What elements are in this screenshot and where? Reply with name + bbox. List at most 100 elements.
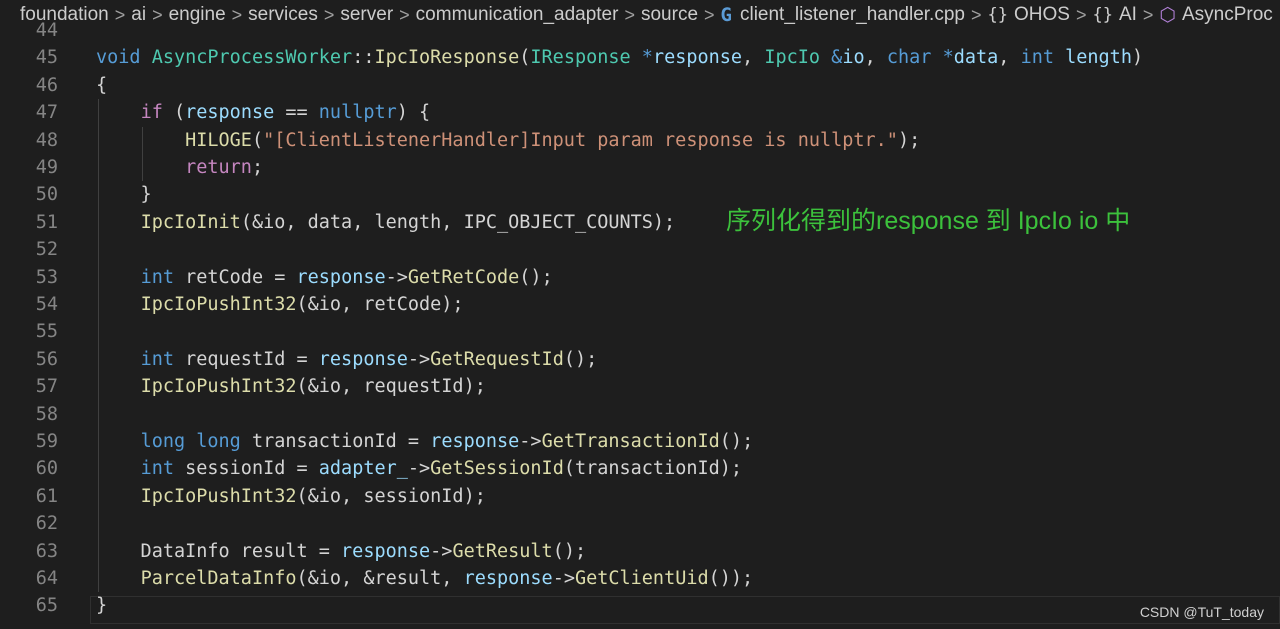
code-token: ->	[407, 348, 431, 370]
line-number: 64	[35, 568, 58, 589]
code-token: ) {	[396, 102, 431, 124]
line-number: 56	[35, 348, 58, 370]
code-token: long	[196, 431, 241, 452]
code-token: (&io, data, length, IPC_OBJECT_COUNTS);	[240, 211, 676, 233]
code-token: response	[463, 568, 553, 589]
code-text[interactable]: int requestId = response->GetRequestId()…	[96, 346, 598, 373]
code-token: GetClientUid	[574, 568, 709, 589]
code-token: (&io, requestId);	[296, 376, 486, 398]
code-token: *	[641, 47, 653, 69]
code-text[interactable]: void AsyncProcessWorker::IpcIoResponse(I…	[96, 44, 1143, 71]
code-token: {	[96, 74, 108, 96]
code-text[interactable]: DataInfo result = response->GetResult();	[96, 538, 587, 565]
code-token: GetTransactionId	[541, 431, 720, 452]
line-number: 46	[35, 74, 58, 96]
code-token: IpcIo	[764, 47, 821, 69]
code-text[interactable]: return;	[96, 154, 263, 181]
code-token: ();	[552, 540, 587, 562]
code-token: int	[140, 458, 174, 480]
code-line: 55	[0, 318, 1280, 345]
code-token: return	[185, 157, 252, 178]
code-text[interactable]: int retCode = response->GetRetCode();	[96, 264, 553, 291]
code-token: response	[185, 102, 275, 124]
line-number: 51	[35, 211, 58, 233]
code-text[interactable]: long long transactionId = response->GetT…	[96, 428, 754, 455]
code-token: ->	[385, 266, 408, 288]
code-token: IResponse	[530, 47, 631, 69]
code-token: (	[519, 47, 531, 69]
code-token: }	[96, 184, 152, 206]
line-number: 49	[35, 157, 58, 178]
code-token: ->	[430, 540, 453, 562]
code-token: DataInfo result =	[96, 540, 342, 562]
line-number: 61	[35, 485, 58, 507]
code-token: ::	[352, 47, 375, 69]
code-text[interactable]: IpcIoPushInt32(&io, retCode);	[96, 291, 464, 318]
code-token: IpcIoPushInt32	[140, 485, 297, 507]
code-line: 60 int sessionId = adapter_->GetSessionI…	[0, 455, 1280, 482]
code-token: int	[140, 266, 174, 288]
annotation-text: 序列化得到的response 到 IpcIo io 中	[726, 207, 1131, 235]
code-text[interactable]: IpcIoPushInt32(&io, requestId);	[96, 373, 486, 400]
code-line: 61 IpcIoPushInt32(&io, sessionId);	[0, 483, 1280, 510]
code-token: ();	[563, 348, 598, 370]
line-number: 48	[35, 129, 58, 151]
code-line: 59 long long transactionId = response->G…	[0, 428, 1280, 455]
code-token: (&io, sessionId);	[296, 485, 486, 507]
code-token: (	[251, 129, 264, 151]
code-token: IpcIoInit	[140, 211, 241, 233]
code-token: AsyncProcessWorker	[151, 47, 353, 69]
code-token: ,	[864, 47, 887, 69]
code-token: int	[140, 348, 174, 370]
code-token: sessionId =	[173, 458, 319, 480]
line-number: 60	[35, 458, 58, 480]
code-line: 58	[0, 401, 1280, 428]
code-text[interactable]: IpcIoPushInt32(&io, sessionId);	[96, 483, 486, 510]
code-token: int	[1020, 47, 1054, 69]
code-token: ();	[719, 431, 754, 452]
code-text[interactable]: if (response == nullptr) {	[96, 99, 431, 126]
code-token: (transactionId);	[563, 458, 743, 480]
code-token: retCode =	[173, 266, 297, 288]
code-token: ->	[519, 431, 542, 452]
code-token: long	[140, 431, 186, 452]
code-token: ==	[274, 102, 319, 124]
code-token: (&io, retCode);	[296, 294, 464, 315]
code-text[interactable]: int sessionId = adapter_->GetSessionId(t…	[96, 455, 742, 482]
line-number: 63	[35, 540, 58, 562]
code-text[interactable]: HILOGE("[ClientListenerHandler]Input par…	[96, 127, 920, 154]
code-editor[interactable]: 44 45 void AsyncProcessWorker::IpcIoRespon…	[0, 20, 1280, 629]
code-token: ());	[708, 568, 754, 589]
code-text[interactable]: }	[96, 181, 152, 208]
line-number: 45	[35, 47, 58, 69]
line-number: 52	[35, 239, 58, 261]
code-token: if	[140, 102, 163, 124]
code-text[interactable]: }	[96, 592, 107, 619]
code-text[interactable]: ParcelDataInfo(&io, &result, response->G…	[96, 565, 754, 592]
line-number: 50	[35, 184, 58, 206]
code-token: ->	[407, 458, 431, 480]
code-line: 49 return;	[0, 154, 1280, 181]
code-token: ,	[742, 47, 765, 69]
code-token: char	[886, 47, 932, 69]
code-token: IpcIoPushInt32	[140, 376, 297, 398]
code-token: requestId =	[173, 348, 319, 370]
code-line: 62	[0, 510, 1280, 537]
code-text[interactable]: IpcIoInit(&io, data, length, IPC_OBJECT_…	[96, 209, 676, 236]
code-token: }	[96, 595, 108, 617]
line-number: 58	[35, 403, 58, 425]
code-line: 45 void AsyncProcessWorker::IpcIoResponse…	[0, 44, 1280, 71]
code-text[interactable]: {	[96, 72, 107, 99]
